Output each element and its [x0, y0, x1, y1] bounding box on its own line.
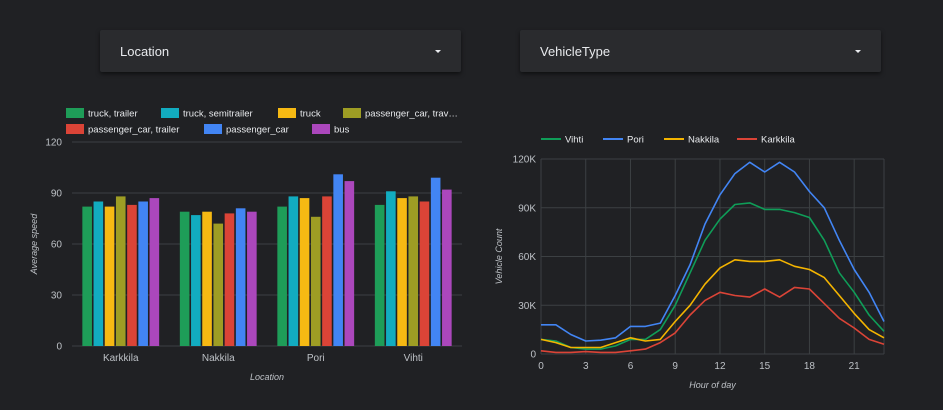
- line-chart: 0 30K 60K 90K 120K 0 3 6 9 12 15 18 21 Hour of day Veh…: [494, 135, 885, 390]
- x-tick-label: Vihti: [404, 353, 423, 364]
- bar: [235, 208, 246, 346]
- legend-item: truck: [278, 108, 321, 120]
- legend-label: Karkkila: [761, 135, 796, 146]
- legend-swatch: [343, 108, 361, 118]
- bar: [344, 181, 355, 346]
- y-tick-label: 90K: [518, 203, 536, 214]
- bar: [93, 201, 104, 346]
- x-tick-label: 3: [583, 361, 589, 372]
- legend-label: Nakkila: [688, 135, 720, 146]
- legend-item: truck, semitrailer: [161, 108, 253, 120]
- series-line: [541, 161, 885, 342]
- bar: [179, 211, 190, 346]
- x-tick-label: 12: [714, 361, 726, 372]
- y-tick-label: 30K: [518, 301, 536, 312]
- bar: [386, 191, 396, 346]
- legend-label: passenger_car, trav…: [365, 109, 458, 120]
- bar: [333, 174, 343, 346]
- bar: [138, 201, 148, 346]
- bar: [202, 211, 212, 346]
- legend-swatch: [312, 124, 330, 134]
- legend-swatch: [66, 124, 84, 134]
- bar: [277, 206, 287, 346]
- x-tick-label: 18: [804, 361, 816, 372]
- series-line: [540, 286, 885, 354]
- y-tick-label: 120K: [513, 155, 537, 166]
- legend-label: truck: [300, 109, 321, 120]
- bar: [299, 198, 310, 346]
- x-tick-label: Pori: [307, 353, 325, 364]
- y-tick-label: 30: [51, 291, 63, 302]
- charts-canvas: 0306090120Karkkila Nakkila Pori VihtiLocati…: [29, 108, 885, 390]
- legend-item: Karkkila: [737, 135, 796, 146]
- bar: [419, 201, 430, 346]
- bar: [408, 196, 419, 346]
- y-axis-title: Average speed: [29, 213, 39, 275]
- legend-item: truck, trailer: [66, 108, 138, 120]
- bar: [430, 177, 441, 346]
- legend-item: Pori: [603, 135, 644, 146]
- bar: [322, 196, 332, 346]
- bar: [104, 206, 115, 346]
- bar: [310, 216, 321, 346]
- y-axis-title: Vehicle Count: [494, 228, 504, 284]
- x-tick-label: 9: [672, 361, 678, 372]
- y-tick-label: 60K: [518, 252, 536, 263]
- y-tick-label: 0: [530, 350, 536, 361]
- bar: [247, 211, 257, 346]
- legend-swatch: [278, 108, 296, 118]
- x-tick-label: 0: [538, 361, 544, 372]
- bar: [213, 223, 224, 346]
- y-tick-label: 90: [51, 189, 63, 200]
- x-tick-label: 6: [628, 361, 634, 372]
- legend-label: passenger_car: [226, 125, 289, 136]
- legend-item: passenger_car: [204, 124, 289, 136]
- x-tick-label: Karkkila: [103, 353, 139, 364]
- bar: [191, 215, 201, 346]
- legend-label: passenger_car, trailer: [88, 125, 179, 136]
- bar: [288, 196, 299, 346]
- legend-swatch: [161, 108, 179, 118]
- legend-swatch: [66, 108, 84, 118]
- bar-chart: 0 30 60 90 120 Karkkila Nakkila Pori Vihti Locati…: [29, 108, 462, 382]
- legend-item: passenger_car, trailer: [66, 124, 179, 136]
- bar: [397, 198, 407, 346]
- legend-item: passenger_car, trav…: [343, 108, 458, 120]
- bar: [374, 204, 385, 346]
- x-axis-title: Location: [250, 372, 284, 382]
- legend-item: Vihti: [541, 135, 583, 146]
- bar: [149, 198, 160, 346]
- legend-label: Vihti: [565, 135, 583, 146]
- bar: [224, 213, 235, 346]
- bar: [442, 189, 452, 346]
- legend-label: truck, semitrailer: [183, 109, 253, 120]
- legend-item: Nakkila: [664, 135, 720, 146]
- y-tick-label: 0: [56, 342, 62, 353]
- y-tick-label: 60: [51, 240, 63, 251]
- bar: [82, 206, 92, 346]
- x-tick-label: Nakkila: [202, 353, 235, 364]
- legend-label: bus: [334, 125, 350, 136]
- legend-label: truck, trailer: [88, 109, 138, 120]
- series-line: [540, 258, 885, 349]
- legend-item: bus: [312, 124, 350, 136]
- bar: [127, 204, 137, 346]
- x-tick-label: 21: [849, 361, 861, 372]
- legend-label: Pori: [627, 135, 644, 146]
- legend-swatch: [204, 124, 222, 134]
- x-axis-title: Hour of day: [689, 380, 736, 390]
- x-tick-label: 15: [759, 361, 771, 372]
- bar: [115, 196, 126, 346]
- y-tick-label: 120: [45, 138, 62, 149]
